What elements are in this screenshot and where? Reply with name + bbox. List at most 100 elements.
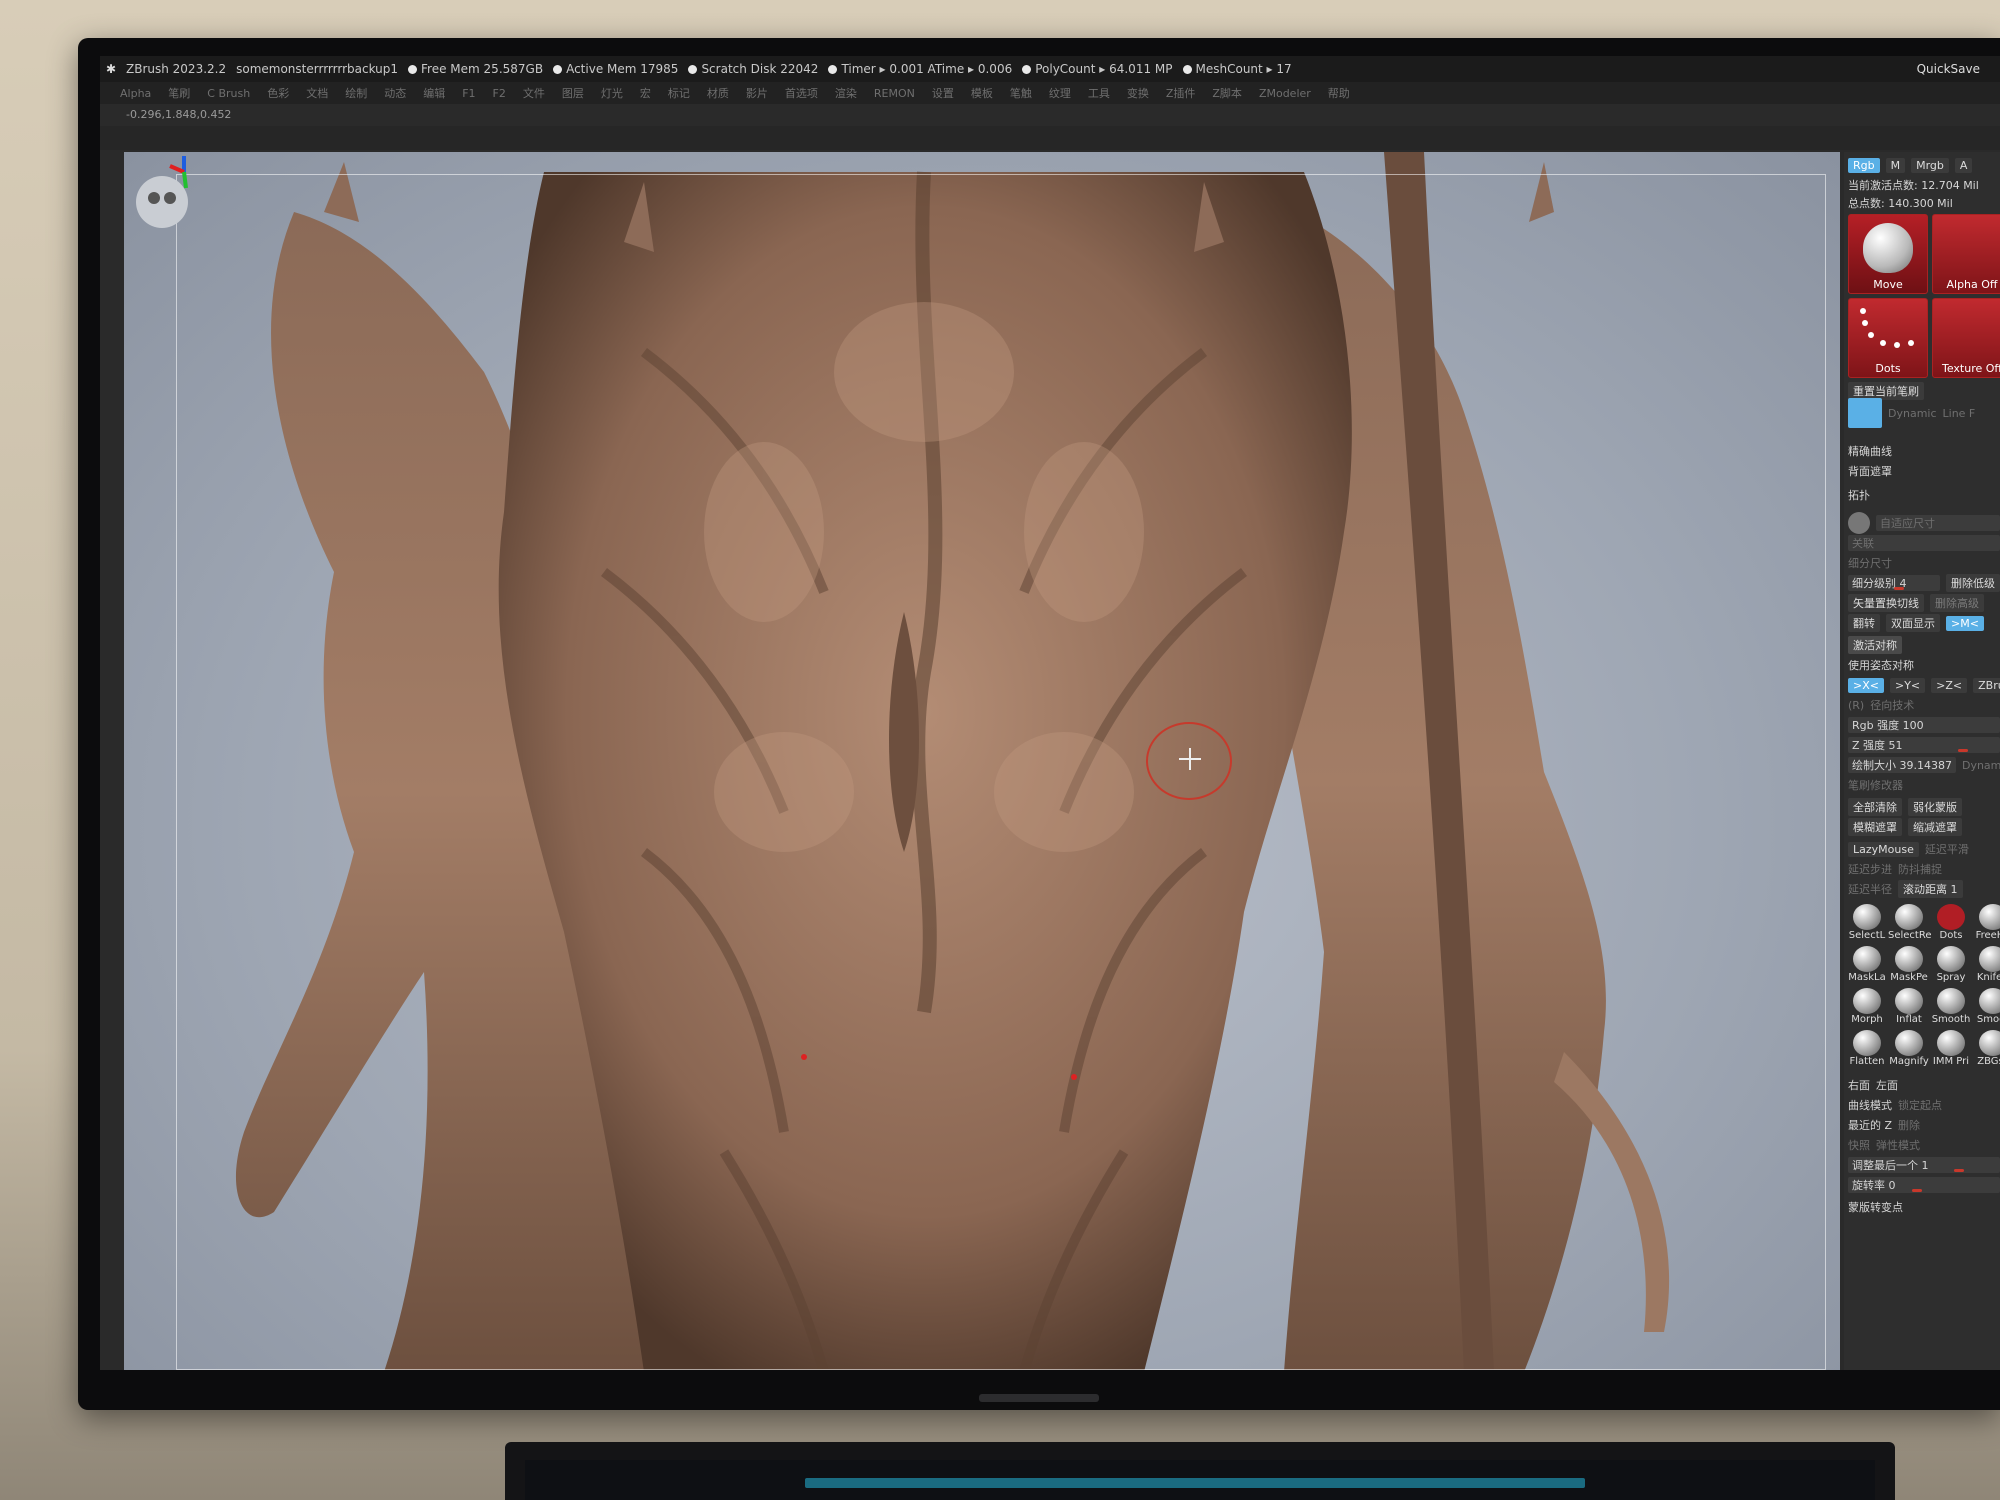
menu-item[interactable]: 动态 xyxy=(384,85,406,101)
z-intensity-slider[interactable]: Z 强度 51 xyxy=(1848,737,2000,753)
menu-item[interactable]: 纹理 xyxy=(1049,85,1071,101)
brush-mask-lasso[interactable]: MaskLa xyxy=(1846,946,1888,986)
brush-flatten[interactable]: Flatten xyxy=(1846,1030,1888,1070)
brush-mask-pen[interactable]: MaskPe xyxy=(1888,946,1930,986)
menu-item[interactable]: 笔刷 xyxy=(168,85,190,101)
nearest-z-button[interactable]: 最近的 Z xyxy=(1848,1117,1892,1133)
draw-size-slider[interactable]: 绘制大小 39.14387 xyxy=(1848,757,1956,773)
off-slider[interactable]: 关联 xyxy=(1848,535,2000,551)
lazy-step-label[interactable]: 延迟步进 xyxy=(1848,861,1892,877)
m-axis-button[interactable]: >M< xyxy=(1946,615,1984,631)
stroke-tile[interactable]: Dots xyxy=(1848,298,1928,378)
menu-item[interactable]: 文档 xyxy=(306,85,328,101)
menu-item[interactable]: 帮助 xyxy=(1328,85,1350,101)
menu-item[interactable]: 首选项 xyxy=(785,85,818,101)
brush-zbgs[interactable]: ZBGs_ xyxy=(1972,1030,2000,1070)
texture-tile[interactable]: Texture Off xyxy=(1932,298,2000,378)
brush-magnify[interactable]: Magnify xyxy=(1888,1030,1930,1070)
lazy-distance-slider[interactable]: 滚动距离 1 xyxy=(1898,880,1963,898)
adaptive-size-slider[interactable]: 自适应尺寸 xyxy=(1876,515,2000,531)
precise-curve-label[interactable]: 精确曲线 xyxy=(1848,443,1892,459)
menu-item[interactable]: Z插件 xyxy=(1166,85,1196,101)
brush-select-rect[interactable]: SelectRe xyxy=(1888,904,1932,944)
lock-start-button[interactable]: 锁定起点 xyxy=(1898,1097,1942,1113)
shrink-mask-button[interactable]: 缩减遮罩 xyxy=(1908,818,1962,836)
adjust-last-slider[interactable]: 调整最后一个 1 xyxy=(1848,1157,2000,1173)
zbrush-axis-button[interactable]: ZBrus xyxy=(1973,677,2000,693)
back-mask-label[interactable]: 背面遮罩 xyxy=(1848,463,1892,479)
menu-item[interactable]: 宏 xyxy=(640,85,651,101)
menu-item[interactable]: 模板 xyxy=(971,85,993,101)
brush-select-lasso[interactable]: SelectL xyxy=(1846,904,1888,944)
z-axis-button[interactable]: >Z< xyxy=(1931,677,1968,693)
brush-smooth[interactable]: Smooth xyxy=(1930,988,1972,1028)
quicksave-button[interactable]: QuickSave xyxy=(1917,62,1980,76)
menu-item[interactable]: Z脚本 xyxy=(1212,85,1242,101)
menu-item[interactable]: 图层 xyxy=(562,85,584,101)
activate-symmetry-button[interactable]: 激活对称 xyxy=(1848,636,1902,654)
lazy-radius-label[interactable]: 延迟半径 xyxy=(1848,881,1892,897)
curve-mode-button[interactable]: 曲线模式 xyxy=(1848,1097,1892,1113)
jitter-label[interactable]: 防抖捕捉 xyxy=(1898,861,1942,877)
menu-item[interactable]: F2 xyxy=(493,87,506,100)
elastic-button[interactable]: 弹性模式 xyxy=(1876,1137,1920,1153)
rgb-toggle[interactable]: Rgb xyxy=(1848,157,1880,173)
a-toggle[interactable]: A xyxy=(1954,157,1973,173)
delete-higher-button[interactable]: 删除高级 xyxy=(1930,594,1984,612)
use-pose-symmetry-button[interactable]: 使用姿态对称 xyxy=(1848,657,1914,673)
menu-item[interactable]: ZModeler xyxy=(1259,87,1311,100)
topology-label[interactable]: 拓扑 xyxy=(1848,487,1870,503)
menu-item[interactable]: 工具 xyxy=(1088,85,1110,101)
menu-item[interactable]: C Brush xyxy=(207,87,250,100)
delete-lower-button[interactable]: 删除低级 xyxy=(1946,574,2000,592)
double-sided-button[interactable]: 双面显示 xyxy=(1886,614,1940,632)
brush-spray[interactable]: Spray xyxy=(1930,946,1972,986)
rgb-intensity-slider[interactable]: Rgb 强度 100 xyxy=(1848,717,2000,733)
brush-morph[interactable]: Morph xyxy=(1846,988,1888,1028)
rotation-slider[interactable]: 旋转率 0 xyxy=(1848,1177,2000,1193)
draw-mode-icon[interactable] xyxy=(1848,398,1882,428)
brush-freehand[interactable]: FreeHa xyxy=(1972,904,2000,944)
menu-item[interactable]: F1 xyxy=(462,87,475,100)
flip-button[interactable]: 翻转 xyxy=(1848,614,1880,632)
brush-tile[interactable]: Move xyxy=(1848,214,1928,294)
soften-mask-button[interactable]: 弱化蒙版 xyxy=(1908,798,1962,816)
y-axis-button[interactable]: >Y< xyxy=(1889,677,1926,693)
mrgb-toggle[interactable]: Mrgb xyxy=(1911,157,1949,173)
m-toggle[interactable]: M xyxy=(1885,157,1906,173)
brush-smooth-2[interactable]: Smoot xyxy=(1972,988,2000,1028)
lazy-smooth-label[interactable]: 延迟平滑 xyxy=(1925,841,1969,857)
menu-item[interactable]: 文件 xyxy=(523,85,545,101)
navigation-gizmo-icon[interactable] xyxy=(124,152,208,236)
canvas-viewport[interactable] xyxy=(124,152,1840,1370)
blur-mask-button[interactable]: 模糊遮罩 xyxy=(1848,818,1902,836)
lazymouse-button[interactable]: LazyMouse xyxy=(1848,841,1919,857)
clear-all-button[interactable]: 全部清除 xyxy=(1848,798,1902,816)
menu-item[interactable]: Alpha xyxy=(120,87,151,100)
snap-button[interactable]: 快照 xyxy=(1848,1137,1870,1153)
brush-knife[interactable]: KnifeC xyxy=(1972,946,2000,986)
menu-item[interactable]: 影片 xyxy=(746,85,768,101)
left-side-label[interactable]: 左面 xyxy=(1876,1077,1898,1093)
alpha-tile[interactable]: Alpha Off xyxy=(1932,214,2000,294)
menu-item[interactable]: 笔触 xyxy=(1010,85,1032,101)
menu-item[interactable]: 色彩 xyxy=(267,85,289,101)
delete-button[interactable]: 删除 xyxy=(1898,1117,1920,1133)
menu-item[interactable]: 变换 xyxy=(1127,85,1149,101)
right-side-label[interactable]: 右面 xyxy=(1848,1077,1870,1093)
brush-dots[interactable]: Dots xyxy=(1930,904,1972,944)
menu-item[interactable]: 标记 xyxy=(668,85,690,101)
menu-item[interactable]: 渲染 xyxy=(835,85,857,101)
r-button[interactable]: (R) xyxy=(1848,699,1864,712)
x-axis-button[interactable]: >X< xyxy=(1848,677,1884,693)
menu-item[interactable]: 材质 xyxy=(707,85,729,101)
vector-switch-button[interactable]: 矢量置换切线 xyxy=(1848,594,1924,612)
brush-imm-primitives[interactable]: IMM Pri xyxy=(1930,1030,1972,1070)
subdiv-level-slider[interactable]: 细分级别 4 xyxy=(1848,575,1940,591)
mask-pivot-button[interactable]: 蒙版转变点 xyxy=(1848,1199,1903,1215)
brush-inflate[interactable]: Inflat xyxy=(1888,988,1930,1028)
menu-item[interactable]: 灯光 xyxy=(601,85,623,101)
menu-item[interactable]: 绘制 xyxy=(345,85,367,101)
menu-item[interactable]: 设置 xyxy=(932,85,954,101)
menu-item[interactable]: 编辑 xyxy=(423,85,445,101)
